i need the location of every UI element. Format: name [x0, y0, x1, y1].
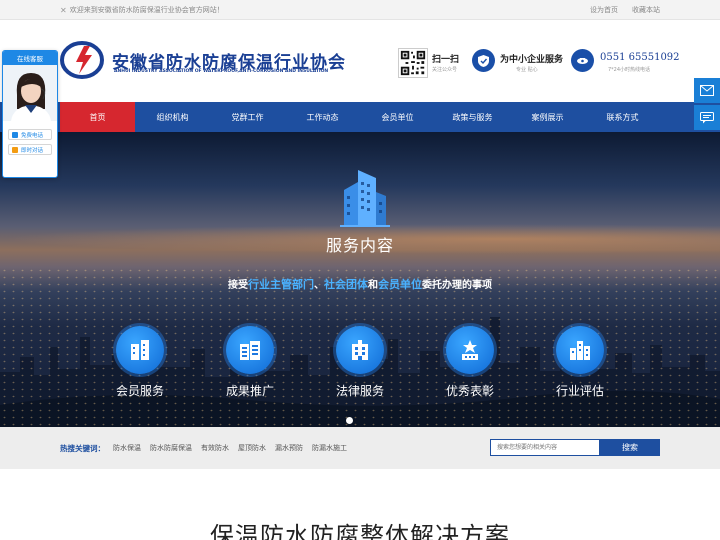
feature-assessment[interactable]: 行业评估 [540, 326, 620, 399]
member-icon [116, 326, 164, 374]
hot-keyword[interactable]: 有效防水 [201, 443, 229, 453]
feature-label: 成果推广 [225, 384, 274, 398]
carousel-dots [346, 417, 353, 424]
association-logo-icon[interactable] [60, 40, 104, 80]
close-icon[interactable]: ✕ [60, 6, 67, 15]
feature-promotion[interactable]: 成果推广 [210, 326, 290, 399]
promotion-icon [226, 326, 274, 374]
free-call-label: 免费电话 [21, 132, 44, 139]
message-tool[interactable] [694, 78, 720, 103]
customer-service-avatar [3, 65, 57, 121]
nav-item-organization[interactable]: 组织机构 [135, 102, 210, 132]
hot-keyword[interactable]: 防漏水施工 [312, 443, 347, 453]
feature-label: 法律服务 [335, 384, 384, 398]
mail-icon [700, 85, 714, 96]
section-title: 保温防水防腐整体解决方案 [210, 522, 510, 540]
banner-heading: 服务内容 [325, 236, 394, 255]
hot-search-bar: 热搜关键词： 防水保温 防水防腐保温 有效防水 屋顶防水 漏水预防 防漏水施工 … [0, 427, 720, 469]
hot-keyword[interactable]: 屋顶防水 [238, 443, 266, 453]
tagline-text: 委托办理的事项 [422, 280, 492, 291]
consult-tool[interactable] [694, 105, 720, 130]
set-home-link[interactable]: 设为首页 [590, 5, 618, 15]
qr-subtitle: 关注公众号 [432, 67, 458, 73]
instant-chat-button[interactable]: 即时对话 [8, 144, 52, 155]
tagline-text: 和 [368, 280, 378, 291]
nav-item-policy[interactable]: 政策与服务 [435, 102, 510, 132]
search-input[interactable] [490, 439, 600, 456]
nav-item-home[interactable]: 首页 [60, 102, 135, 132]
office-building-icon [340, 170, 390, 227]
hotline-subtitle: 7*24小时热线电话 [608, 67, 651, 73]
nav-item-party-work[interactable]: 党群工作 [210, 102, 285, 132]
online-service-title: 在线客服 [3, 51, 57, 65]
nav-item-cases[interactable]: 案例展示 [510, 102, 585, 132]
feature-label: 优秀表彰 [445, 384, 494, 398]
online-service-widget: 在线客服 免费电话 即时对话 [2, 50, 58, 178]
service-features: 会员服务 成果推广 法律服务 优秀表彰 行业评估 [100, 326, 620, 399]
shield-icon [472, 49, 495, 72]
chat-icon [700, 111, 714, 123]
bookmark-link[interactable]: 收藏本站 [632, 5, 660, 15]
welcome-text: 欢迎来到安徽省防水防腐保温行业协会官方网站！ [69, 6, 224, 14]
hot-keyword[interactable]: 防水保温 [113, 443, 141, 453]
hotline-number: 0551 65551092 [600, 52, 680, 63]
top-bar: ✕ 欢迎来到安徽省防水防腐保温行业协会官方网站！ 设为首页 收藏本站 [0, 0, 720, 20]
tagline-text: 、 [314, 280, 324, 291]
site-header: 安徽省防水防腐保温行业协会 ANHUI INDUSTRY ASSOCIATION… [0, 20, 720, 102]
assessment-icon [556, 326, 604, 374]
nav-item-contact[interactable]: 联系方式 [585, 102, 660, 132]
main-nav: 首页 组织机构 党群工作 工作动态 会员单位 政策与服务 案例展示 联系方式 [0, 102, 720, 132]
tagline-highlight: 社会团体 [324, 278, 368, 291]
feature-award[interactable]: 优秀表彰 [430, 326, 510, 399]
chat-icon [12, 146, 18, 153]
service-subtitle: 专业 贴心 [516, 67, 538, 73]
service-title: 为中小企业服务 [500, 55, 564, 65]
tagline-highlight: 会员单位 [378, 278, 422, 291]
feature-legal-service[interactable]: 法律服务 [320, 326, 400, 399]
hot-keyword[interactable]: 防水防腐保温 [150, 443, 192, 453]
feature-label: 行业评估 [555, 384, 604, 398]
search-button[interactable]: 搜索 [600, 439, 660, 456]
tagline-highlight: 行业主管部门 [248, 278, 314, 291]
feature-label: 会员服务 [115, 384, 164, 398]
hero-banner: 服务内容 接受行业主管部门、社会团体和会员单位委托办理的事项 会员服务 成果推广… [0, 132, 720, 427]
qr-title: 扫一扫 [432, 55, 460, 65]
phone-icon [12, 131, 18, 138]
legal-icon [336, 326, 384, 374]
nav-item-news[interactable]: 工作动态 [285, 102, 360, 132]
free-call-button[interactable]: 免费电话 [8, 129, 52, 140]
welcome-message: ✕ 欢迎来到安徽省防水防腐保温行业协会官方网站！ [60, 5, 224, 15]
nav-item-members[interactable]: 会员单位 [360, 102, 435, 132]
side-toolbar [694, 78, 720, 130]
qr-code-icon [398, 48, 428, 78]
instant-chat-label: 即时对话 [21, 147, 44, 154]
carousel-dot[interactable] [346, 417, 353, 424]
tagline-text: 接受 [228, 280, 248, 291]
logo-subtitle-en: ANHUI INDUSTRY ASSOCIATION OF WATERPROOF… [114, 69, 329, 74]
hot-keywords-label: 热搜关键词： [60, 443, 105, 453]
award-icon [446, 326, 494, 374]
phone-icon [571, 49, 594, 72]
banner-tagline: 接受行业主管部门、社会团体和会员单位委托办理的事项 [0, 276, 720, 292]
hot-keyword[interactable]: 漏水预防 [275, 443, 303, 453]
feature-member-service[interactable]: 会员服务 [100, 326, 180, 399]
